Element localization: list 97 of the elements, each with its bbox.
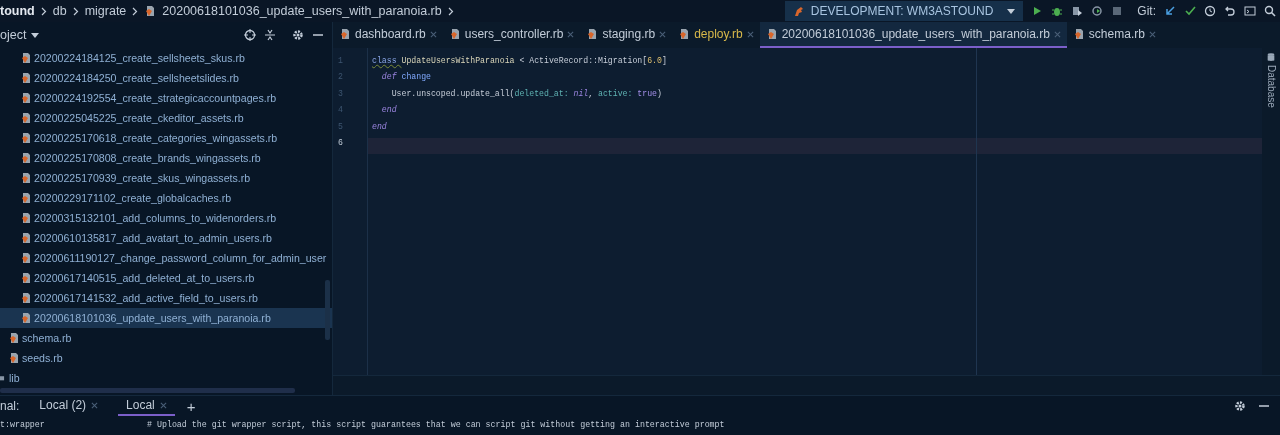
ruby-file-icon — [20, 212, 32, 224]
caret-icon — [1007, 8, 1016, 14]
line-number: 1 — [337, 56, 344, 67]
scrollbar-thumb[interactable] — [0, 388, 295, 393]
ruby-file-icon — [8, 332, 20, 344]
tree-item[interactable]: 20200611190127_change_password_column_for_admin_user — [0, 248, 332, 268]
database-icon[interactable] — [1266, 52, 1276, 62]
crosshair-icon[interactable] — [244, 29, 256, 41]
tree-item[interactable]: 20200224184250_create_sellsheetslides.rb — [0, 68, 332, 88]
ruby-file-icon — [339, 28, 351, 40]
terminal-tab[interactable]: Local (2) — [31, 396, 107, 416]
terminal-tab[interactable]: Local — [118, 396, 175, 416]
caret-icon — [31, 32, 40, 38]
ruby-file-icon — [1072, 28, 1085, 40]
ruby-file-icon — [20, 52, 32, 64]
tree-item[interactable]: 20200315132101_add_columns_to_widenorders.rb — [0, 208, 332, 228]
editor-tab[interactable]: users_controller.rb — [442, 22, 581, 48]
tree-item[interactable]: 20200229171102_create_globalcaches.rb — [0, 188, 332, 208]
tree-item[interactable]: 20200224184125_create_sellsheets_skus.rb — [0, 48, 332, 68]
tree-item[interactable]: 20200617141532_add_active_field_to_users.rb — [0, 288, 332, 308]
database-tool-tab[interactable]: Database — [1265, 65, 1277, 108]
git-label: Git: — [1137, 4, 1156, 18]
ruby-file-icon — [20, 232, 32, 244]
tree-item[interactable]: 20200224192554_create_strategicaccountpages.rb — [0, 88, 332, 108]
tree-item[interactable]: 20200225170618_create_categories_wingassets.rb — [0, 128, 332, 148]
checkmark-icon[interactable] — [1184, 5, 1196, 17]
ruby-file-icon — [586, 28, 599, 40]
ruby-file-icon — [20, 172, 32, 184]
tree-item[interactable]: seeds.rb — [0, 348, 332, 368]
breadcrumb-item[interactable]: migrate — [84, 4, 127, 18]
close-icon[interactable] — [567, 30, 575, 38]
code-line: User.unscoped.update_all(deleted_at: nil, active: true) — [390, 88, 663, 100]
undo-icon[interactable] — [1224, 5, 1236, 17]
breadcrumb-item[interactable]: db — [52, 4, 67, 18]
terminal-command: t:wrapper — [0, 420, 46, 429]
chevron-icon — [72, 6, 79, 16]
close-icon[interactable] — [91, 401, 99, 409]
close-icon[interactable] — [1148, 30, 1156, 38]
editor-tab[interactable]: 20200618101036_update_users_with_paranoia.rb — [759, 22, 1067, 48]
tree-item[interactable]: 20200225170808_create_brands_wingassets.rb — [0, 148, 332, 168]
tree-item[interactable]: 20200618101036_update_users_with_paranoia.rb — [0, 308, 332, 328]
code-line: def change — [380, 72, 432, 84]
ruby-file-icon — [20, 152, 32, 164]
chevron-icon — [40, 6, 47, 16]
ruby-file-icon — [678, 28, 691, 40]
tree-item[interactable]: schema.rb — [0, 328, 332, 348]
ruby-file-icon — [20, 272, 32, 284]
run-configuration-dropdown[interactable]: DEVELOPMENT: WM3ASTOUND — [784, 1, 1024, 21]
update-arrow-icon[interactable] — [1164, 5, 1176, 17]
terminal-label: nal: — [0, 399, 20, 413]
ruby-file-icon — [765, 28, 778, 40]
line-number: 2 — [337, 72, 344, 84]
scrollbar-thumb[interactable] — [325, 280, 330, 340]
tree-item[interactable]: 20200617140515_add_deleted_at_to_users.rb — [0, 268, 332, 288]
breadcrumb-item[interactable]: tound — [0, 4, 35, 18]
terminal-window-icon[interactable] — [1244, 5, 1256, 17]
new-terminal-button[interactable]: + — [186, 397, 196, 415]
clock-icon[interactable] — [1204, 5, 1216, 17]
code-line: end — [371, 121, 388, 133]
ruby-file-icon — [20, 112, 32, 124]
code-line: end — [380, 105, 398, 117]
editor-tab[interactable]: schema.rb — [1066, 22, 1162, 48]
ruby-file-icon — [20, 72, 32, 84]
editor-tab[interactable]: deploy.rb — [672, 22, 760, 48]
bug-icon[interactable] — [1051, 5, 1064, 17]
stop-icon[interactable] — [1111, 5, 1124, 17]
project-view-dropdown[interactable]: oject — [0, 28, 40, 42]
ruby-file-icon — [20, 132, 32, 144]
search-icon[interactable] — [1264, 5, 1276, 17]
editor-tab[interactable]: dashboard.rb — [333, 22, 443, 48]
ruby-file-icon — [20, 92, 32, 104]
collapse-icon[interactable] — [264, 29, 276, 41]
editor-tab[interactable]: staging.rb — [580, 22, 673, 48]
ruby-file-icon — [20, 192, 32, 204]
close-icon[interactable] — [659, 30, 667, 38]
close-icon[interactable] — [746, 30, 754, 38]
line-number: 5 — [337, 121, 344, 133]
settings-icon[interactable] — [292, 29, 304, 41]
chevron-icon — [132, 6, 139, 16]
terminal-comment: # Upload the git wrapper script, this script guarantees that we can script git without getting an interactive prompt — [147, 420, 725, 429]
close-icon[interactable] — [429, 30, 437, 38]
breadcrumb-item[interactable]: 20200618101036_update_users_with_paranoia.rb — [162, 4, 442, 18]
line-number: 6 — [337, 137, 344, 149]
ruby-file-icon — [20, 252, 32, 264]
code-line: class UpdateUsersWithParanoia < ActiveRecord::Migration[6.0] — [371, 56, 668, 67]
ruby-file-icon — [20, 312, 32, 324]
tree-item[interactable]: 20200610135817_add_avatart_to_admin_users.rb — [0, 228, 332, 248]
ruby-file-icon — [20, 292, 32, 304]
close-icon[interactable] — [159, 401, 167, 409]
ruby-file-icon — [448, 28, 461, 40]
tree-item[interactable]: 20200225170939_create_skus_wingassets.rb — [0, 168, 332, 188]
settings-icon[interactable] — [1234, 400, 1246, 412]
ruby-file-icon — [8, 352, 20, 364]
ruby-file-icon — [144, 5, 157, 17]
tree-item[interactable]: 20200225045225_create_ckeditor_assets.rb — [0, 108, 332, 128]
chevron-icon — [447, 6, 454, 16]
tree-item[interactable]: lib — [0, 368, 332, 388]
